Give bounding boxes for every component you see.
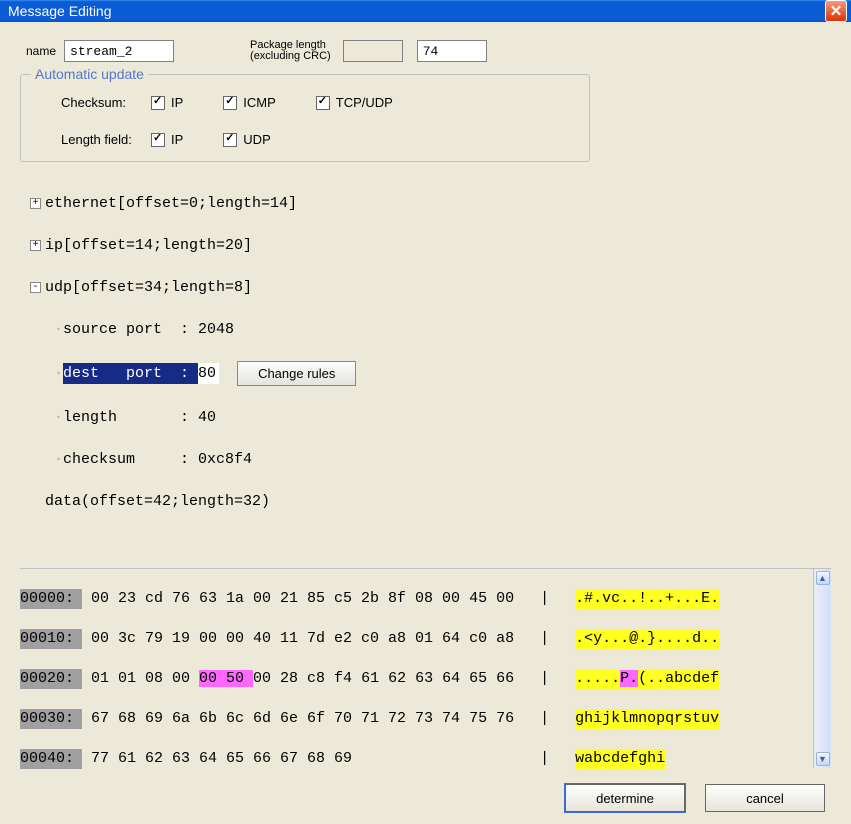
pkglen-input[interactable] — [417, 40, 487, 62]
hex-highlight: 00 50 — [199, 670, 253, 687]
length-ip-checkbox[interactable]: IP — [151, 132, 183, 147]
top-row: name Package length(excluding CRC) — [20, 40, 831, 62]
hex-pane: 00000: 00 23 cd 76 63 1a 00 21 85 c5 2b … — [20, 568, 831, 768]
lengthfield-row: Length field: IP UDP — [39, 132, 571, 147]
checksum-ip-checkbox[interactable]: IP — [151, 95, 183, 110]
pkglen-display — [343, 40, 403, 62]
hex-row: 00040: 77 61 62 63 64 65 66 67 68 69 | w… — [20, 749, 813, 769]
name-label: name — [26, 44, 56, 58]
tree-ip[interactable]: +ip [offset=14;length=20] — [30, 235, 831, 256]
hex-body[interactable]: 00000: 00 23 cd 76 63 1a 00 21 85 c5 2b … — [20, 569, 813, 768]
hex-row: 00030: 67 68 69 6a 6b 6c 6d 6e 6f 70 71 … — [20, 709, 813, 729]
lengthfield-label: Length field: — [39, 132, 139, 147]
tree-udp-destport[interactable]: ·dest port : 80Change rules — [30, 361, 831, 386]
tree-data[interactable]: data (offset=42;length=32) — [30, 491, 831, 512]
scroll-up-icon[interactable]: ▲ — [816, 571, 830, 585]
tree-ethernet[interactable]: +ethernet [offset=0;length=14] — [30, 193, 831, 214]
cancel-button[interactable]: cancel — [705, 784, 825, 812]
client-area: name Package length(excluding CRC) Autom… — [0, 22, 851, 824]
button-bar: determine cancel — [20, 768, 831, 814]
expand-icon[interactable]: + — [30, 198, 41, 209]
collapse-icon[interactable]: - — [30, 282, 41, 293]
checksum-tcpudp-checkbox[interactable]: TCP/UDP — [316, 95, 393, 110]
window-title: Message Editing — [8, 3, 825, 19]
scroll-down-icon[interactable]: ▼ — [816, 752, 830, 766]
hex-scrollbar[interactable]: ▲ ▼ — [813, 569, 831, 768]
expand-icon[interactable]: + — [30, 240, 41, 251]
fieldset-legend: Automatic update — [31, 66, 148, 82]
pkglen-label: Package length(excluding CRC) — [250, 40, 331, 62]
titlebar: Message Editing ✕ — [0, 0, 851, 22]
change-rules-button[interactable]: Change rules — [237, 361, 356, 386]
checksum-icmp-checkbox[interactable]: ICMP — [223, 95, 276, 110]
protocol-tree: +ethernet [offset=0;length=14] +ip [offs… — [20, 170, 831, 564]
destport-label-selected: dest port : — [63, 363, 198, 384]
message-editing-dialog: Message Editing ✕ name Package length(ex… — [0, 0, 851, 677]
tree-udp[interactable]: -udp [offset=34;length=8] — [30, 277, 831, 298]
hex-row: 00010: 00 3c 79 19 00 00 40 11 7d e2 c0 … — [20, 629, 813, 649]
hex-row: 00020: 01 01 08 00 00 50 00 28 c8 f4 61 … — [20, 669, 813, 689]
tree-udp-checksum[interactable]: ·checksum : 0xc8f4 — [30, 449, 831, 470]
automatic-update-fieldset: Automatic update Checksum: IP ICMP TCP/U… — [20, 74, 590, 162]
determine-button[interactable]: determine — [565, 784, 685, 812]
length-udp-checkbox[interactable]: UDP — [223, 132, 270, 147]
name-input[interactable] — [64, 40, 174, 62]
checksum-label: Checksum: — [39, 95, 139, 110]
checksum-row: Checksum: IP ICMP TCP/UDP — [39, 95, 571, 110]
tree-udp-sourceport[interactable]: ·source port : 2048 — [30, 319, 831, 340]
hex-row: 00000: 00 23 cd 76 63 1a 00 21 85 c5 2b … — [20, 589, 813, 609]
destport-value-edit[interactable]: 80 — [198, 363, 219, 384]
close-icon[interactable]: ✕ — [825, 0, 847, 22]
tree-udp-length[interactable]: ·length : 40 — [30, 407, 831, 428]
